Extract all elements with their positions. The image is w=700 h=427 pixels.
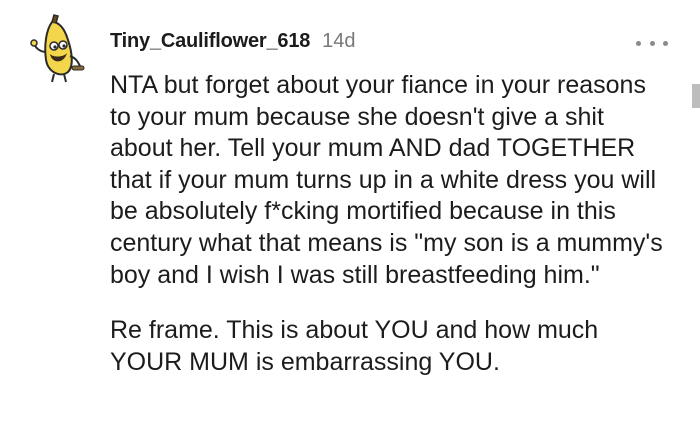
more-options-icon-dot bbox=[663, 40, 668, 46]
comment-paragraph: NTA but forget about your fiance in your… bbox=[110, 71, 663, 289]
username-link[interactable]: Tiny_Cauliflower_618 bbox=[110, 30, 310, 53]
comment-card: Tiny_Cauliflower_618 14d NTA but forget … bbox=[0, 0, 700, 427]
more-options-icon-dot bbox=[649, 40, 655, 46]
scrollbar-thumb[interactable] bbox=[692, 84, 700, 108]
comment-paragraph: Re frame. This is about YOU and how much… bbox=[110, 316, 599, 376]
avatar[interactable] bbox=[30, 12, 86, 84]
more-options-button[interactable] bbox=[636, 36, 668, 50]
more-options-icon-dot bbox=[636, 40, 641, 46]
comment-body: NTA but forget about your fiance in your… bbox=[110, 70, 670, 378]
comment-header: Tiny_Cauliflower_618 14d bbox=[110, 30, 356, 58]
comment-age: 14d bbox=[322, 30, 356, 52]
banana-avatar-icon bbox=[30, 14, 85, 83]
